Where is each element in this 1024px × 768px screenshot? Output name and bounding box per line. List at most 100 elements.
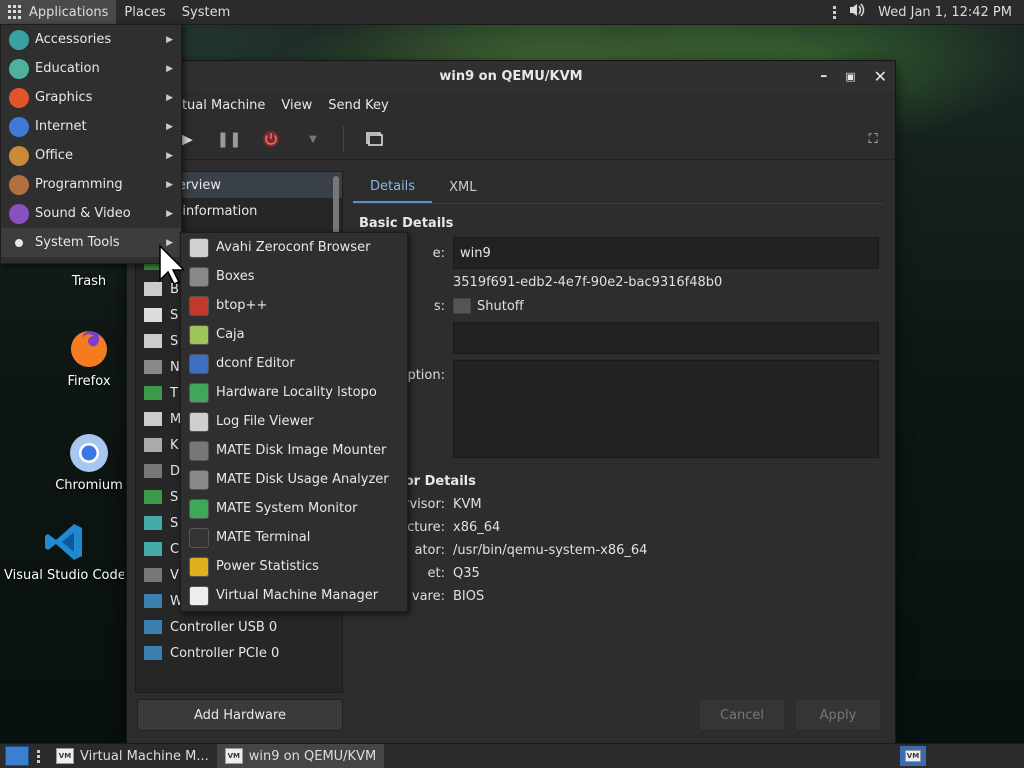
device-icon — [144, 308, 162, 322]
close-icon[interactable]: ✕ — [874, 67, 887, 86]
menu-item-office[interactable]: Office ▶ — [1, 141, 181, 170]
volume-icon[interactable] — [848, 2, 866, 22]
device-icon — [144, 464, 162, 478]
shutdown-dropdown-icon[interactable]: ▼ — [301, 127, 325, 151]
submenu-item-label: MATE Terminal — [216, 530, 311, 545]
title-field[interactable] — [453, 322, 879, 354]
apply-button[interactable]: Apply — [795, 699, 881, 731]
avahi-icon — [189, 237, 209, 258]
vmm-icon: VM — [905, 750, 921, 762]
window-titlebar[interactable]: win9 on QEMU/KVM – ▣ ✕ — [127, 61, 895, 91]
submenu-item-mate-disk-usage-analyzer[interactable]: MATE Disk Usage Analyzer — [181, 465, 407, 494]
menu-item-graphics[interactable]: Graphics ▶ — [1, 83, 181, 112]
pause-icon[interactable]: ❚❚ — [216, 127, 241, 151]
device-icon — [144, 542, 162, 556]
bottom-taskbar: VM Virtual Machine M... VM win9 on QEMU/… — [0, 743, 1024, 768]
top-panel: Applications Places System Wed Jan 1, 12… — [0, 0, 1024, 25]
show-desktop-icon[interactable] — [5, 746, 29, 766]
submenu-item-label: Log File Viewer — [216, 414, 314, 429]
menu-item-label: Graphics — [35, 90, 93, 105]
applications-dropdown: Accessories ▶ Education ▶ Graphics ▶ Internet ▶… — [0, 24, 182, 264]
vmm-icon: VM — [224, 748, 243, 764]
submenu-item-hardware-locality-lstopo[interactable]: Hardware Locality lstopo — [181, 378, 407, 407]
submenu-item-avahi-zeroconf-browser[interactable]: Avahi Zeroconf Browser — [181, 233, 407, 262]
menu-item-label: Sound & Video — [35, 206, 131, 221]
disk-usage-icon — [189, 469, 209, 490]
device-icon — [144, 334, 162, 348]
hypervisor-detail-row: vare: BIOS — [353, 585, 885, 608]
hardware-list-label: Controller USB 0 — [170, 619, 278, 635]
log-viewer-icon — [189, 411, 209, 432]
device-icon — [144, 646, 162, 660]
cancel-button[interactable]: Cancel — [699, 699, 785, 731]
submenu-item-boxes[interactable]: Boxes — [181, 262, 407, 291]
submenu-arrow-icon: ▶ — [166, 179, 173, 190]
hardware-list-item[interactable]: Controller PCIe 0 — [136, 640, 342, 666]
lstopo-icon — [189, 382, 209, 403]
submenu-item-dconf-editor[interactable]: dconf Editor — [181, 349, 407, 378]
hardware-list-label: D — [170, 463, 181, 479]
tab-details[interactable]: Details — [353, 171, 433, 203]
submenu-item-caja[interactable]: Caja — [181, 320, 407, 349]
submenu-item-log-file-viewer[interactable]: Log File Viewer — [181, 407, 407, 436]
submenu-item-mate-system-monitor[interactable]: MATE System Monitor — [181, 494, 407, 523]
panel-handle-icon[interactable] — [833, 5, 837, 19]
submenu-item-label: MATE Disk Image Mounter — [216, 443, 387, 458]
submenu-item-btop-[interactable]: btop++ — [181, 291, 407, 320]
shutoff-icon — [453, 298, 471, 314]
system-tools-icon — [15, 238, 23, 247]
applications-menu[interactable]: Applications — [0, 0, 117, 24]
menu-item-programming[interactable]: Programming ▶ — [1, 170, 181, 199]
graphics-icon — [9, 87, 29, 108]
desktop-icon-vscode[interactable]: Visual Studio Code — [4, 520, 124, 583]
submenu-arrow-icon: ▶ — [166, 121, 173, 132]
menu-virtual-machine[interactable]: irtual Machine — [173, 98, 265, 113]
btop-icon — [189, 295, 209, 316]
workspace-switcher[interactable]: VM — [900, 746, 926, 766]
clock[interactable]: Wed Jan 1, 12:42 PM — [878, 5, 1012, 20]
menu-item-sound-video[interactable]: Sound & Video ▶ — [1, 199, 181, 228]
minimize-icon[interactable]: – — [820, 68, 827, 84]
places-menu[interactable]: Places — [116, 0, 173, 24]
submenu-item-virtual-machine-manager[interactable]: Virtual Machine Manager — [181, 581, 407, 610]
detail-value: /usr/bin/qemu-system-x86_64 — [453, 543, 648, 558]
status-value: Shutoff — [477, 298, 524, 314]
device-icon — [144, 360, 162, 374]
shutdown-icon[interactable] — [259, 127, 283, 151]
terminal-icon — [189, 527, 209, 548]
fullscreen-icon[interactable]: ⛶ — [861, 127, 885, 151]
menu-item-system-tools[interactable]: System Tools ▶ — [1, 228, 181, 257]
snapshots-icon[interactable] — [362, 127, 386, 151]
vscode-icon — [45, 524, 82, 560]
name-field[interactable]: win9 — [453, 237, 879, 269]
menu-view[interactable]: View — [281, 98, 312, 113]
submenu-item-mate-disk-image-mounter[interactable]: MATE Disk Image Mounter — [181, 436, 407, 465]
submenu-item-mate-terminal[interactable]: MATE Terminal — [181, 523, 407, 552]
add-hardware-button[interactable]: Add Hardware — [137, 699, 343, 731]
hardware-list-item[interactable]: Controller USB 0 — [136, 614, 342, 640]
mouse-pointer-icon — [159, 244, 184, 285]
firefox-icon — [71, 331, 107, 367]
task-win9-console[interactable]: VM win9 on QEMU/KVM — [216, 744, 385, 768]
system-menu[interactable]: System — [174, 0, 238, 24]
toolbar-separator — [343, 126, 344, 152]
menu-item-education[interactable]: Education ▶ — [1, 54, 181, 83]
maximize-icon[interactable]: ▣ — [845, 70, 855, 83]
submenu-item-power-statistics[interactable]: Power Statistics — [181, 552, 407, 581]
submenu-item-label: btop++ — [216, 298, 268, 313]
menu-item-internet[interactable]: Internet ▶ — [1, 112, 181, 141]
hypervisor-details-heading: sor Details — [397, 474, 476, 489]
hardware-list-scrollbar[interactable] — [333, 176, 339, 236]
accessories-icon — [9, 29, 29, 50]
device-icon — [144, 386, 162, 400]
menu-item-accessories[interactable]: Accessories ▶ — [1, 25, 181, 54]
hardware-list-label: N — [170, 359, 180, 375]
task-virtual-machine-manager[interactable]: VM Virtual Machine M... — [48, 744, 217, 768]
menu-send-key[interactable]: Send Key — [328, 98, 388, 113]
submenu-item-label: Hardware Locality lstopo — [216, 385, 377, 400]
description-field[interactable] — [453, 360, 879, 458]
window-title: win9 on QEMU/KVM — [439, 68, 583, 84]
detail-value: BIOS — [453, 589, 485, 604]
tab-xml[interactable]: XML — [432, 171, 493, 203]
dconf-icon — [189, 353, 209, 374]
